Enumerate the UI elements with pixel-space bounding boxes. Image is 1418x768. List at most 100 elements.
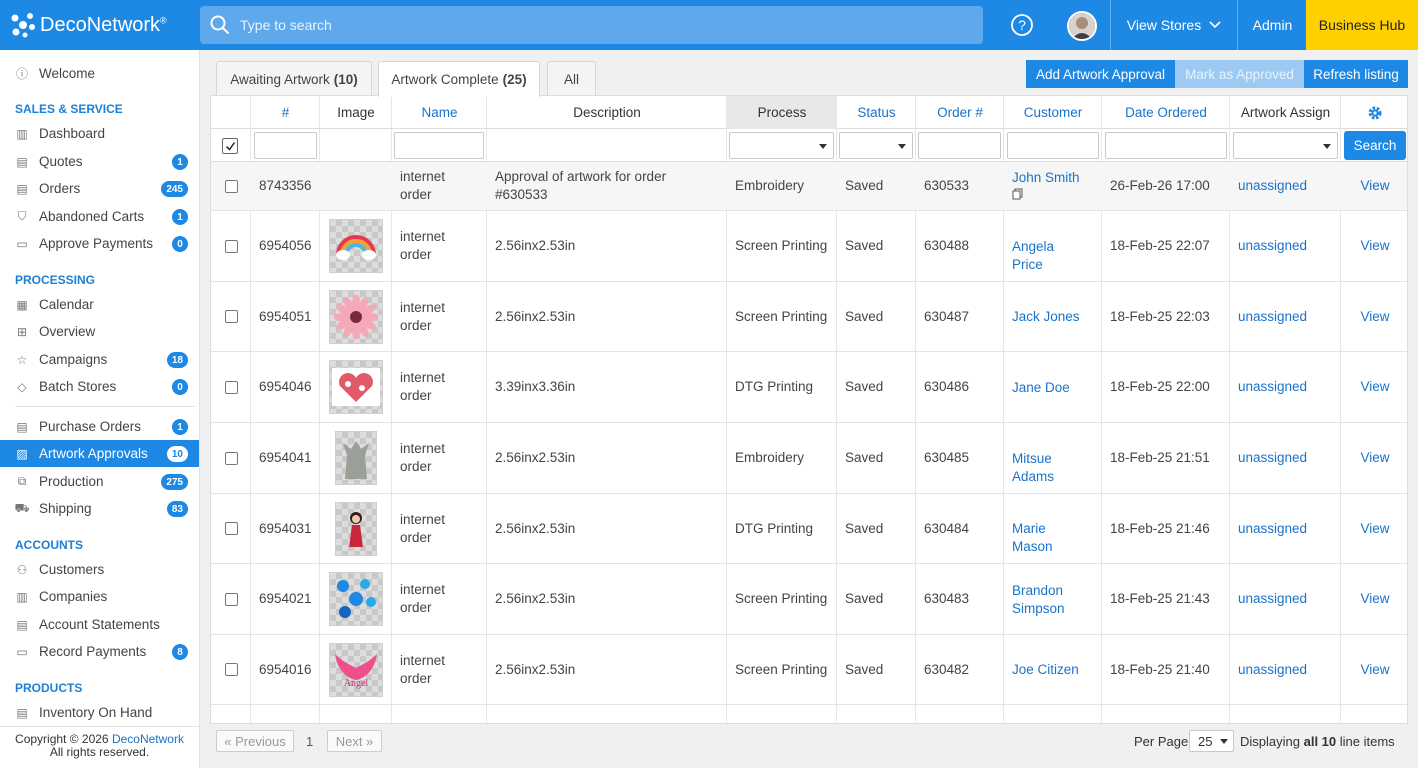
artwork-thumbnail[interactable] xyxy=(329,289,383,344)
view-stores-menu[interactable]: View Stores xyxy=(1110,0,1237,50)
filter-process-select[interactable] xyxy=(729,132,834,159)
row-checkbox[interactable] xyxy=(224,522,238,535)
row-checkbox[interactable] xyxy=(224,451,238,465)
sidebar-item-label: Batch Stores xyxy=(39,379,117,394)
artwork-assign-link[interactable]: unassigned xyxy=(1238,177,1307,195)
view-link[interactable]: View xyxy=(1360,520,1389,538)
copy-icon[interactable] xyxy=(1012,188,1023,200)
row-checkbox[interactable] xyxy=(224,663,238,676)
view-link[interactable]: View xyxy=(1360,590,1389,608)
sidebar-item-dashboard[interactable]: ▥ Dashboard xyxy=(0,120,199,147)
cell-assign: unassigned xyxy=(1230,564,1341,634)
filter-status-select[interactable] xyxy=(839,132,913,159)
view-link[interactable]: View xyxy=(1360,177,1389,195)
header-status[interactable]: Status xyxy=(837,96,916,129)
artwork-assign-link[interactable]: unassigned xyxy=(1238,237,1307,255)
filter-assign-select[interactable] xyxy=(1233,132,1338,159)
sidebar-item-artwork-approvals[interactable]: ▨ Artwork Approvals 10 xyxy=(0,440,199,467)
customer-link[interactable]: Jane Doe xyxy=(1012,380,1070,395)
view-link[interactable]: View xyxy=(1360,237,1389,255)
tab-artwork-complete[interactable]: Artwork Complete (25) xyxy=(378,61,540,97)
sidebar-item-calendar[interactable]: ▦ Calendar xyxy=(0,291,199,318)
global-search[interactable] xyxy=(200,6,983,44)
user-avatar[interactable] xyxy=(1067,11,1097,41)
sidebar-item-production[interactable]: ⧉ Production 275 xyxy=(0,468,199,495)
view-link[interactable]: View xyxy=(1360,378,1389,396)
customer-link[interactable]: Jack Jones xyxy=(1012,309,1080,324)
select-all-checkbox[interactable] xyxy=(222,138,238,154)
business-hub-button[interactable]: Business Hub xyxy=(1306,0,1418,50)
sidebar-item-campaigns[interactable]: ☆ Campaigns 18 xyxy=(0,346,199,373)
tab-awaiting-artwork[interactable]: Awaiting Artwork (10) xyxy=(216,61,372,96)
row-checkbox[interactable] xyxy=(224,179,238,193)
header-process[interactable]: Process xyxy=(727,96,837,129)
filter-order-input[interactable] xyxy=(918,132,1001,159)
tab-all[interactable]: All xyxy=(547,61,596,96)
customer-link[interactable]: Joe Citizen xyxy=(1012,662,1079,677)
brand-logo[interactable]: DecoNetwork® xyxy=(0,0,200,50)
sidebar-item-welcome[interactable]: ⓘ Welcome xyxy=(0,60,199,87)
filter-name-input[interactable] xyxy=(394,132,484,159)
sidebar-item-orders[interactable]: ▤ Orders 245 xyxy=(0,175,199,202)
artwork-assign-link[interactable]: unassigned xyxy=(1238,520,1307,538)
artwork-assign-link[interactable]: unassigned xyxy=(1238,378,1307,396)
per-page-label: Per Page xyxy=(1134,734,1189,749)
filter-customer-input[interactable] xyxy=(1007,132,1099,159)
mark-as-approved-button[interactable]: Mark as Approved xyxy=(1175,60,1304,88)
sidebar-item-batch-stores[interactable]: ◇ Batch Stores 0 xyxy=(0,373,199,400)
deconetwork-link[interactable]: DecoNetwork xyxy=(112,732,184,746)
artwork-thumbnail[interactable] xyxy=(329,572,383,626)
customer-link[interactable]: Angela Price xyxy=(1012,239,1054,272)
search-button[interactable]: Search xyxy=(1344,131,1406,160)
next-page-button[interactable]: Next » xyxy=(327,730,382,752)
artwork-assign-link[interactable]: unassigned xyxy=(1238,590,1307,608)
artwork-thumbnail[interactable] xyxy=(329,219,383,273)
sidebar-item-quotes[interactable]: ▤ Quotes 1 xyxy=(0,148,199,175)
sidebar-item-approve-payments[interactable]: ▭ Approve Payments 0 xyxy=(0,230,199,257)
sidebar-item-account-statements[interactable]: ▤ Account Statements xyxy=(0,611,199,638)
sidebar-item-customers[interactable]: ⚇ Customers xyxy=(0,556,199,583)
search-input[interactable] xyxy=(240,17,940,33)
sidebar-item-purchase-orders[interactable]: ▤ Purchase Orders 1 xyxy=(0,413,199,440)
filter-date-input[interactable] xyxy=(1105,132,1227,159)
sidebar-item-companies[interactable]: ▥ Companies xyxy=(0,583,199,610)
row-checkbox[interactable] xyxy=(224,380,238,394)
settings-gear-icon[interactable] xyxy=(1341,96,1407,129)
cell-id: 6954051 xyxy=(259,308,312,324)
refresh-listing-button[interactable]: Refresh listing xyxy=(1304,60,1408,88)
artwork-assign-link[interactable]: unassigned xyxy=(1238,449,1307,467)
row-checkbox[interactable] xyxy=(224,239,238,253)
artwork-thumbnail[interactable] xyxy=(329,360,383,414)
filter-id-input[interactable] xyxy=(254,132,317,159)
sidebar-item-shipping[interactable]: ⛟ Shipping 83 xyxy=(0,495,199,522)
help-icon[interactable]: ? xyxy=(1010,13,1034,37)
header-date[interactable]: Date Ordered xyxy=(1102,96,1230,129)
per-page-select[interactable]: 25 xyxy=(1189,730,1234,752)
row-checkbox[interactable] xyxy=(224,310,238,323)
header-id[interactable]: # xyxy=(251,96,320,129)
artwork-assign-link[interactable]: unassigned xyxy=(1238,308,1307,326)
previous-page-button[interactable]: « Previous xyxy=(216,730,294,752)
artwork-thumbnail[interactable] xyxy=(335,431,377,485)
artwork-thumbnail[interactable] xyxy=(335,501,377,556)
sidebar-item-abandoned-carts[interactable]: ⛉ Abandoned Carts 1 xyxy=(0,203,199,230)
sidebar-item-overview[interactable]: ⊞ Overview xyxy=(0,318,199,345)
artwork-assign-link[interactable]: unassigned xyxy=(1238,661,1307,679)
view-link[interactable]: View xyxy=(1360,661,1389,679)
sidebar-item-inventory[interactable]: ▤ Inventory On Hand xyxy=(0,699,199,726)
row-checkbox[interactable] xyxy=(224,592,238,606)
admin-menu[interactable]: Admin xyxy=(1237,0,1307,50)
header-order[interactable]: Order # xyxy=(916,96,1004,129)
view-link[interactable]: View xyxy=(1360,308,1389,326)
customer-link[interactable]: John Smith xyxy=(1012,170,1080,185)
header-name[interactable]: Name xyxy=(392,96,487,129)
artwork-thumbnail[interactable]: Angel xyxy=(329,642,383,697)
customer-link[interactable]: Marie Mason xyxy=(1012,521,1053,554)
header-customer[interactable]: Customer xyxy=(1004,96,1102,129)
customer-link[interactable]: Brandon Simpson xyxy=(1012,583,1065,616)
sidebar-item-label: Shipping xyxy=(39,501,92,516)
customer-link[interactable]: Mitsue Adams xyxy=(1012,451,1054,484)
view-link[interactable]: View xyxy=(1360,449,1389,467)
add-artwork-approval-button[interactable]: Add Artwork Approval xyxy=(1026,60,1175,88)
sidebar-item-record-payments[interactable]: ▭ Record Payments 8 xyxy=(0,638,199,665)
